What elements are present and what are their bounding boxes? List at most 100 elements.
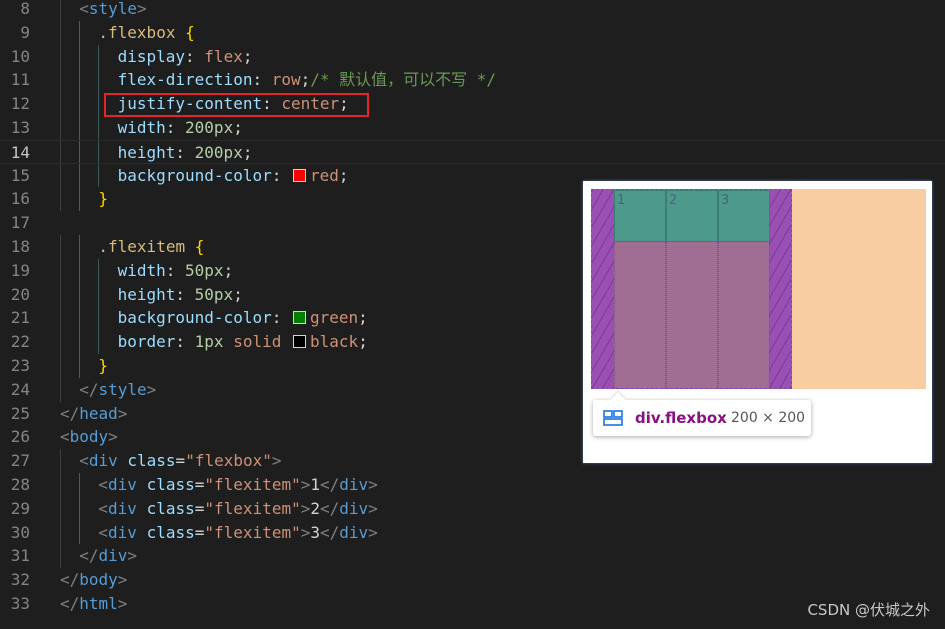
code-line[interactable]: 9 .flexbox { (0, 20, 945, 45)
line-number: 28 (10, 475, 30, 494)
code-token: ; (242, 46, 253, 66)
browser-preview: 1 2 3 div.flexbox 200 × 200 (583, 181, 932, 463)
code-token: class (146, 498, 195, 518)
line-number: 32 (10, 570, 30, 590)
code-token: : (271, 165, 291, 185)
code-token: background-color (117, 165, 272, 185)
code-text: </style> (79, 378, 156, 402)
code-token: /* 默认值，可以不写 */ (310, 70, 497, 90)
code-line[interactable]: 32 </body> (0, 568, 945, 592)
code-token: </ (320, 475, 340, 494)
code-token: > (368, 522, 378, 542)
line-number: 11 (10, 70, 30, 90)
code-token: div (339, 498, 369, 518)
code-token: } (98, 356, 109, 375)
indent-guide (60, 187, 61, 212)
code-line[interactable]: 13 width: 200px; (0, 116, 945, 140)
indent-guide (60, 0, 61, 21)
code-token: ; (233, 118, 243, 137)
code-token: < (79, 451, 89, 471)
code-token: div (88, 451, 118, 471)
code-token: red (309, 165, 339, 185)
code-token: > (117, 594, 128, 613)
line-number: 33 (10, 594, 30, 613)
code-text: flex-direction: row;/* 默认值，可以不写 */ (118, 68, 496, 92)
color-swatch[interactable] (292, 311, 306, 325)
code-token: </ (60, 403, 80, 423)
code-token: ; (358, 332, 368, 352)
code-line[interactable]: 31 </div> (0, 544, 945, 569)
indent-guide (60, 544, 61, 569)
free-space-left (592, 190, 614, 388)
code-token: > (271, 451, 282, 471)
indent-guide (60, 306, 61, 331)
indent-guide (60, 496, 61, 521)
code-token: </ (79, 379, 99, 399)
line-number: 21 (10, 308, 30, 328)
indent-guide (60, 330, 61, 354)
code-line[interactable]: 29 <div class="flexitem">2</div> (0, 496, 945, 521)
indent-guide (60, 92, 61, 116)
code-token: 1 (310, 475, 320, 494)
indent-guide (98, 163, 100, 188)
indent-guide (79, 92, 81, 116)
code-token: green (309, 308, 359, 328)
line-number: 9 (20, 22, 30, 42)
code-token: > (146, 379, 157, 399)
code-token: .flexitem (98, 237, 195, 256)
code-token: </ (60, 594, 80, 613)
line-number: 18 (10, 237, 30, 256)
code-token: width (117, 260, 166, 280)
code-text: background-color: red; (118, 164, 349, 188)
code-line[interactable]: 33 </html> (0, 592, 945, 616)
tooltip-element-size: 200 × 200 (731, 410, 806, 426)
indent-guide (79, 140, 81, 163)
indent-guide (79, 496, 81, 521)
code-token: style (98, 379, 147, 399)
flexitem-2[interactable]: 2 (666, 190, 718, 242)
code-token: 2 (310, 498, 320, 518)
code-token: class (146, 475, 195, 494)
code-token: : (175, 284, 195, 304)
indent-guide (98, 92, 100, 116)
code-token: > (137, 0, 147, 18)
line-number: 29 (10, 498, 30, 518)
indent-guide (60, 449, 61, 473)
code-line[interactable]: 30 <div class="flexitem">3</div> (0, 520, 945, 545)
code-token: flex (204, 46, 243, 66)
code-line[interactable]: 11 flex-direction: row;/* 默认值，可以不写 */ (0, 68, 945, 93)
code-token: = (175, 451, 186, 471)
code-text: <style> (79, 0, 146, 21)
code-text: <div class="flexitem">1</div> (98, 473, 377, 497)
indent-guide (60, 377, 61, 402)
code-line[interactable]: 10 display: flex; (0, 44, 945, 69)
code-token: { (185, 22, 195, 42)
code-line[interactable]: 8 <style> (0, 0, 945, 21)
flexitem-3[interactable]: 3 (718, 190, 770, 242)
color-swatch[interactable] (292, 168, 306, 182)
indent-guide (98, 116, 100, 140)
color-swatch[interactable] (293, 335, 307, 349)
flexbox-container-overlay[interactable]: 1 2 3 (591, 189, 792, 389)
code-token: "flexitem" (204, 498, 301, 518)
code-token: </ (60, 570, 80, 590)
line-number: 24 (10, 379, 30, 399)
indent-guide (98, 140, 100, 163)
indent-guide (79, 258, 81, 283)
indent-guide (98, 44, 100, 69)
flexitem-label: 3 (721, 193, 730, 208)
flexitem-1[interactable]: 1 (614, 190, 666, 242)
code-line[interactable]: 14 height: 200px; (0, 139, 945, 164)
code-token: > (300, 475, 311, 494)
code-token: height (117, 284, 176, 304)
line-number: 20 (10, 284, 30, 304)
code-line[interactable]: 28 <div class="flexitem">1</div> (0, 473, 945, 497)
indent-guide (60, 354, 61, 378)
indent-guide (79, 520, 81, 545)
code-token: > (108, 427, 118, 447)
code-token: 50px (185, 260, 224, 280)
watermark: CSDN @伏城之外 (807, 601, 930, 619)
code-token: solid (233, 332, 282, 352)
code-token: > (127, 546, 137, 566)
